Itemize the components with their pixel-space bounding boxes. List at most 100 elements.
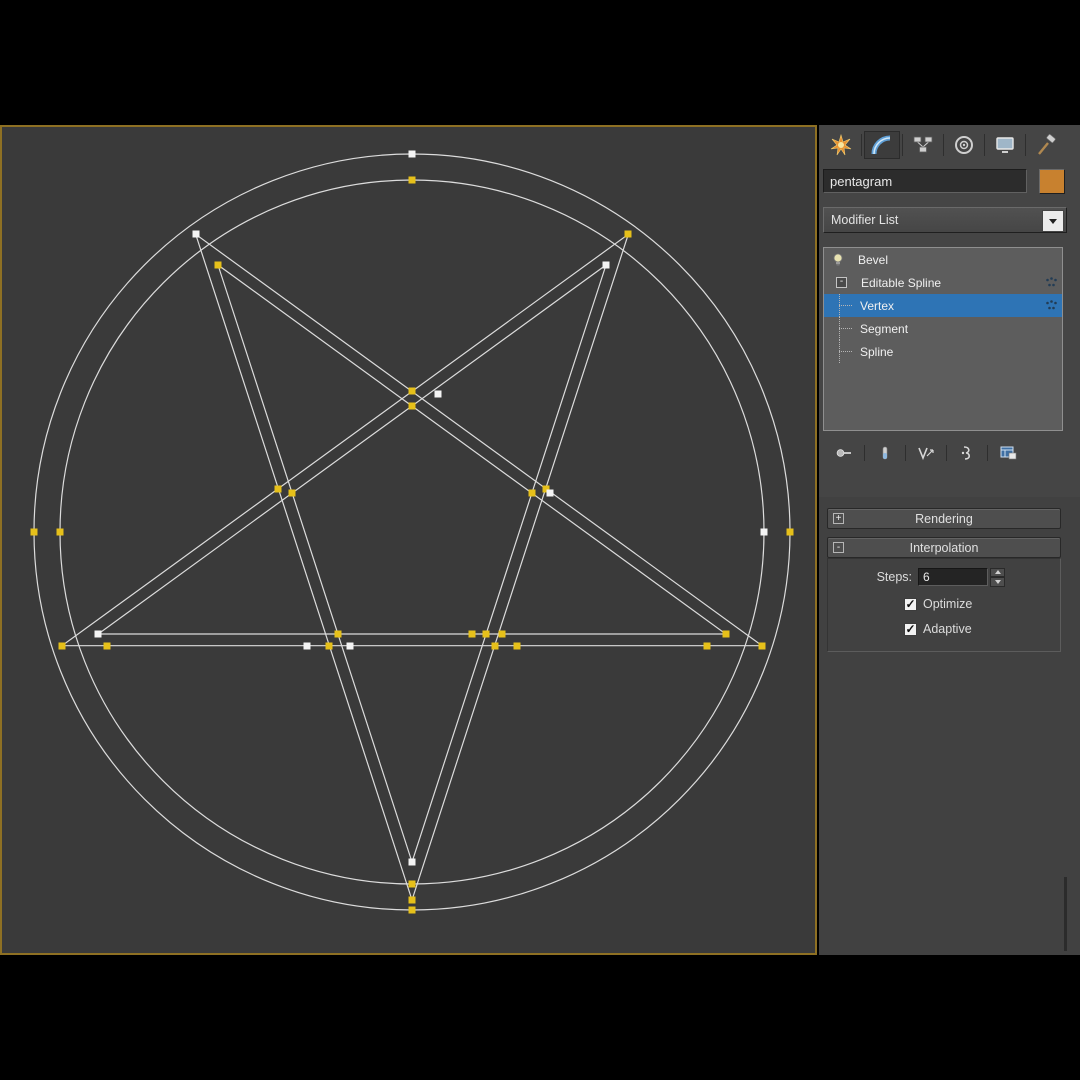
modifier-stack-row-label: Segment — [860, 321, 909, 336]
modifier-stack-row-editable-spline[interactable]: - Editable Spline — [824, 271, 1062, 294]
vertex-marker[interactable] — [513, 642, 521, 650]
vertex-marker[interactable] — [498, 630, 506, 638]
panel-scrollbar[interactable] — [1064, 877, 1067, 951]
modifier-stack-toolbar — [827, 440, 1063, 466]
vertex-marker[interactable] — [408, 176, 416, 184]
remove-modifier-icon — [961, 446, 971, 460]
vertex-marker[interactable] — [58, 642, 66, 650]
vertex-marker[interactable] — [56, 528, 64, 536]
motion-tab[interactable] — [946, 131, 982, 159]
steps-spinner — [990, 567, 1005, 587]
modifier-stack: Bevel - Editable Spline Vertex Segment Spline — [823, 247, 1063, 431]
hierarchy-icon — [913, 136, 933, 153]
pin-stack-button[interactable] — [827, 442, 861, 464]
vertex-marker[interactable] — [303, 642, 311, 650]
spinner-up-button[interactable] — [990, 567, 1005, 577]
create-starburst-icon — [830, 134, 852, 156]
toolbar-separator — [905, 445, 906, 461]
chevron-down-icon — [1049, 218, 1057, 224]
vertex-marker[interactable] — [408, 880, 416, 888]
lightbulb-icon — [832, 253, 844, 267]
pentagram-star-spline-outer[interactable] — [60, 232, 764, 902]
vertex-marker[interactable] — [325, 642, 333, 650]
modifier-stack-row-label: Vertex — [860, 298, 895, 313]
create-tab[interactable] — [823, 131, 859, 159]
utilities-tab[interactable] — [1028, 131, 1064, 159]
optimize-checkbox[interactable]: ✓ — [904, 597, 917, 611]
adaptive-checkbox[interactable]: ✓ — [904, 622, 917, 636]
vertex-marker[interactable] — [103, 642, 111, 650]
modifier-stack-row-label: Spline — [860, 344, 894, 359]
toolbar-separator — [864, 445, 865, 461]
make-unique-icon — [918, 447, 934, 461]
configure-modifier-sets-button[interactable] — [991, 442, 1025, 464]
vertex-marker[interactable] — [491, 642, 499, 650]
vertex-marker[interactable] — [482, 630, 490, 638]
vertex-marker[interactable] — [408, 906, 416, 914]
vertex-marker[interactable] — [758, 642, 766, 650]
optimize-row: ✓ Optimize — [904, 597, 972, 611]
steps-input[interactable] — [918, 568, 988, 586]
optimize-label: Optimize — [923, 597, 973, 611]
command-panel: Modifier List Bevel-Editable SplineVerte… — [819, 125, 1080, 955]
steps-label: Steps: — [876, 570, 912, 584]
tab-separator — [984, 134, 985, 156]
modifier-stack-row-bevel[interactable]: Bevel — [824, 248, 1062, 271]
vertex-marker[interactable] — [334, 630, 342, 638]
vertex-marker[interactable] — [602, 261, 610, 269]
vertex-marker[interactable] — [546, 489, 554, 497]
spinner-down-button[interactable] — [990, 577, 1005, 587]
expand-plus-icon[interactable]: + — [833, 513, 844, 524]
viewport-canvas[interactable] — [2, 127, 815, 953]
vertex-marker[interactable] — [192, 230, 200, 238]
vertex-marker[interactable] — [346, 642, 354, 650]
expander-minus-icon[interactable]: - — [832, 277, 847, 288]
interpolation-rollout-header[interactable]: - Interpolation — [827, 537, 1061, 558]
modifier-stack-row-vertex[interactable]: Vertex — [824, 294, 1062, 317]
display-tab[interactable] — [987, 131, 1023, 159]
hierarchy-tab[interactable] — [905, 131, 941, 159]
vertex-marker[interactable] — [408, 150, 416, 158]
modifier-stack-row-label: Bevel — [858, 252, 889, 267]
modifier-list-dropdown[interactable]: Modifier List — [823, 207, 1067, 233]
vertex-marker[interactable] — [408, 387, 416, 395]
vertex-marker[interactable] — [30, 528, 38, 536]
vertex-marker[interactable] — [288, 489, 296, 497]
outer-circle-spline[interactable] — [33, 153, 791, 911]
rendering-rollout-header[interactable]: + Rendering — [827, 508, 1061, 529]
make-unique-button[interactable] — [909, 442, 943, 464]
modifier-stack-row-segment[interactable]: Segment — [824, 317, 1062, 340]
vertex-marker[interactable] — [214, 261, 222, 269]
dropdown-arrow-button[interactable] — [1042, 210, 1064, 232]
inner-circle-spline[interactable] — [59, 179, 765, 885]
vertex-marker[interactable] — [408, 896, 416, 904]
vertex-marker[interactable] — [434, 390, 442, 398]
vertex-marker[interactable] — [703, 642, 711, 650]
vertex-marker[interactable] — [528, 489, 536, 497]
rendering-rollout-label: Rendering — [915, 511, 973, 526]
object-color-swatch[interactable] — [1039, 169, 1065, 194]
display-monitor-icon — [996, 137, 1014, 153]
modify-tab[interactable] — [864, 131, 900, 159]
pentagram-star-spline-inner[interactable] — [96, 263, 728, 864]
tab-separator — [943, 134, 944, 156]
steps-row: Steps: — [828, 567, 1060, 587]
show-end-result-button[interactable] — [868, 442, 902, 464]
adaptive-label: Adaptive — [923, 622, 972, 636]
vertex-marker[interactable] — [274, 485, 282, 493]
viewport[interactable] — [0, 125, 817, 955]
interpolation-rollout-label: Interpolation — [909, 540, 979, 555]
vertex-marker[interactable] — [624, 230, 632, 238]
object-name-input[interactable] — [823, 169, 1027, 193]
vertex-marker[interactable] — [408, 858, 416, 866]
vertex-marker[interactable] — [760, 528, 768, 536]
remove-modifier-button[interactable] — [950, 442, 984, 464]
vertex-marker[interactable] — [408, 402, 416, 410]
modifier-stack-row-spline[interactable]: Spline — [824, 340, 1062, 363]
vertex-marker[interactable] — [722, 630, 730, 638]
vertex-marker[interactable] — [786, 528, 794, 536]
collapse-minus-icon[interactable]: - — [833, 542, 844, 553]
modifier-stack-row-label: Editable Spline — [861, 275, 942, 290]
vertex-marker[interactable] — [468, 630, 476, 638]
vertex-marker[interactable] — [94, 630, 102, 638]
